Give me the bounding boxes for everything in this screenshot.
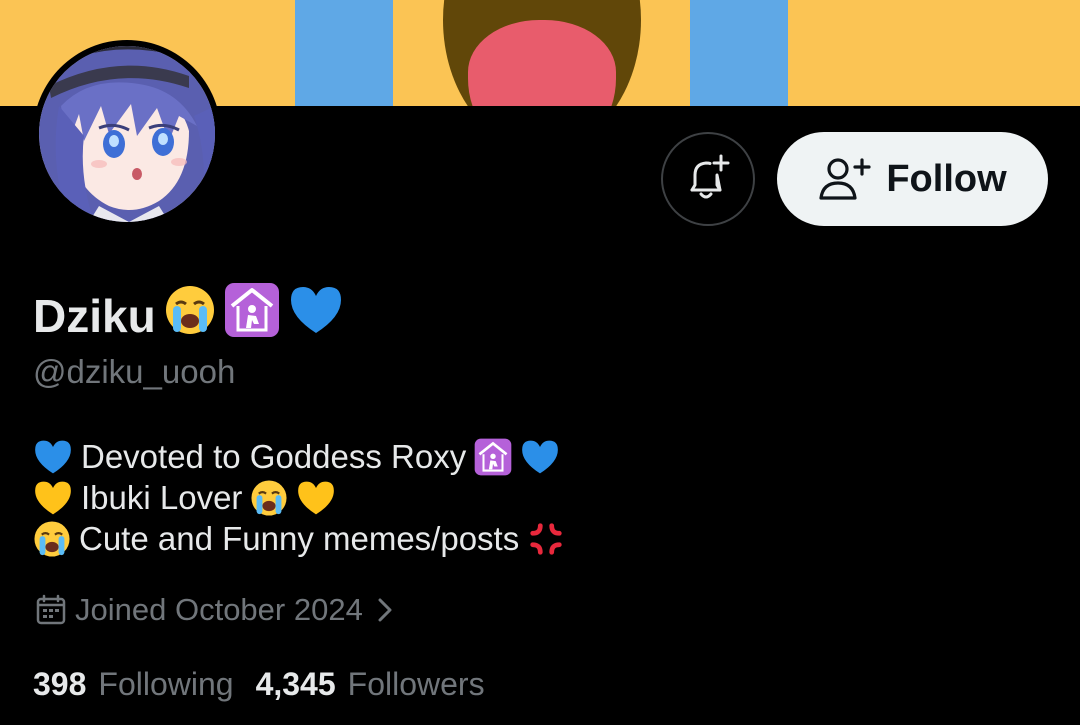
- following-count: 398: [33, 666, 87, 702]
- bio: Devoted to Goddess Roxy Ibuki Lover Cute…: [33, 436, 565, 559]
- follow-button-label: Follow: [886, 157, 1007, 200]
- blue-heart-icon: [288, 284, 344, 347]
- bio-line-3: Cute and Funny memes/posts: [33, 518, 565, 559]
- follow-stats: 398 Following 4,345 Followers: [33, 666, 485, 703]
- follow-button[interactable]: Follow: [777, 132, 1048, 226]
- calendar-icon: [36, 594, 66, 625]
- notify-bell-button[interactable]: [661, 132, 755, 226]
- bio-line-text: Cute and Funny memes/posts: [79, 520, 520, 557]
- place-of-worship-icon: [224, 282, 280, 349]
- joined-text: Joined October 2024: [75, 592, 363, 627]
- following-link[interactable]: 398 Following: [33, 666, 234, 703]
- followers-label: Followers: [347, 666, 485, 702]
- blue-heart-icon: [522, 440, 559, 473]
- place-of-worship-icon: [474, 438, 512, 475]
- avatar[interactable]: [33, 40, 221, 228]
- blue-heart-icon: [35, 440, 71, 473]
- crying-face-icon: [251, 479, 287, 516]
- following-label: Following: [98, 666, 234, 702]
- crying-face-icon: [34, 520, 70, 557]
- followers-link[interactable]: 4,345 Followers: [256, 666, 485, 703]
- profile-page: Follow Dziku @dziku_uooh Devoted to Godd…: [0, 0, 1080, 725]
- chevron-right-icon: [378, 598, 392, 622]
- anime-avatar-image: [39, 46, 215, 222]
- display-name-text: Dziku: [33, 289, 156, 342]
- user-handle: @dziku_uooh: [33, 353, 236, 390]
- display-name: Dziku: [33, 282, 344, 349]
- person-add-icon: [819, 158, 871, 200]
- joined-date[interactable]: Joined October 2024: [35, 592, 399, 628]
- followers-count: 4,345: [255, 666, 336, 702]
- yellow-heart-icon: [298, 481, 335, 514]
- bio-line-2: Ibuki Lover: [33, 477, 565, 518]
- bio-line-text: Devoted to Goddess Roxy: [81, 438, 467, 475]
- bio-line-1: Devoted to Goddess Roxy: [33, 436, 565, 477]
- yellow-heart-icon: [35, 481, 71, 514]
- bell-plus-icon: [690, 154, 730, 199]
- anger-symbol-icon: [530, 522, 562, 555]
- banner-stripe-right: [690, 0, 788, 106]
- bio-line-text: Ibuki Lover: [81, 479, 243, 516]
- banner-stripe-left: [295, 0, 393, 106]
- crying-face-icon: [164, 284, 216, 347]
